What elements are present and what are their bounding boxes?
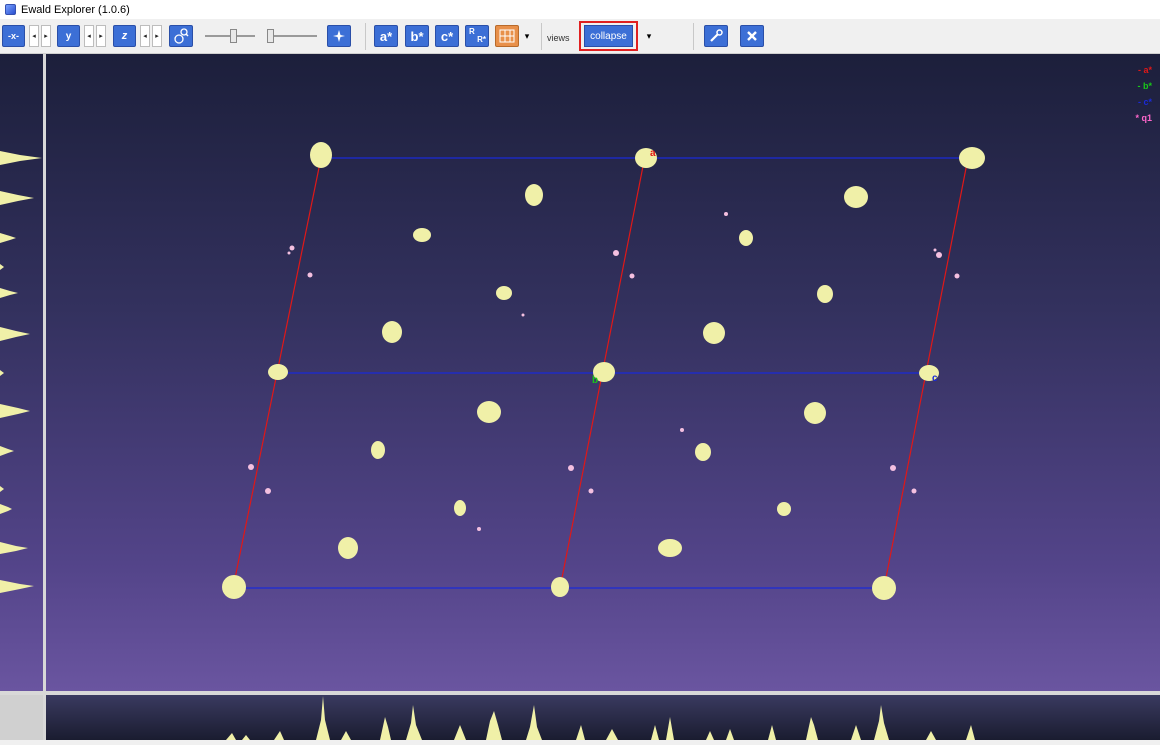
zoom-slider-thumb[interactable]: [230, 29, 237, 43]
x-rotate-left-button[interactable]: ◂: [29, 25, 39, 47]
arrow-left-icon: ◂: [32, 33, 36, 40]
views-dropdown-button[interactable]: ▾: [642, 25, 656, 47]
z-rotate-left-button[interactable]: ◂: [140, 25, 150, 47]
collapse-button[interactable]: collapse: [584, 25, 633, 47]
window-title: Ewald Explorer (1.0.6): [21, 3, 130, 16]
lattice-grid-icon: [499, 29, 515, 43]
close-view-button[interactable]: [740, 25, 764, 47]
axis-legend: - a* - b* - c* * q1: [1135, 62, 1152, 126]
app-icon: [5, 4, 16, 15]
intensity-slider-track: [267, 35, 317, 37]
y-rotate-right-button[interactable]: ▸: [96, 25, 106, 47]
arrow-left-icon: ◂: [87, 33, 91, 40]
arrow-left-icon: ◂: [143, 33, 147, 40]
bragg-spots: [222, 142, 985, 600]
lattice-grid-toggle-button[interactable]: [495, 25, 519, 47]
chevron-down-icon: ▾: [646, 30, 652, 41]
magnifier-icon: [174, 28, 189, 44]
title-bar: Ewald Explorer (1.0.6): [0, 0, 1160, 19]
bottom-projection-histogram: [226, 696, 975, 740]
c-star-view-button[interactable]: c*: [435, 25, 459, 47]
collapse-label: collapse: [590, 30, 627, 42]
bottom-left-corner: [0, 695, 43, 740]
z-rotate-right-button[interactable]: ▸: [152, 25, 162, 47]
toolbar-separator: [541, 23, 542, 50]
arrow-right-icon: ▸: [155, 33, 159, 40]
arrow-right-icon: ▸: [99, 33, 103, 40]
close-icon: [747, 31, 757, 41]
r-rstar-toggle-button[interactable]: R R*: [465, 25, 489, 47]
y-rotate-left-button[interactable]: ◂: [84, 25, 94, 47]
center-view-button[interactable]: [327, 25, 351, 47]
c-star-label: c*: [440, 28, 454, 44]
tools-button[interactable]: [704, 25, 728, 47]
legend-a-star: - a*: [1137, 65, 1152, 75]
legend-q1: * q1: [1135, 113, 1152, 123]
left-projection-panel: [0, 54, 43, 691]
a-star-label: a*: [379, 28, 393, 44]
x-axis-label: -x-: [8, 31, 19, 41]
wrench-icon: [710, 29, 723, 42]
a-star-view-button[interactable]: a*: [374, 25, 398, 47]
zoom-search-button[interactable]: [169, 25, 193, 47]
r-star-label: R*: [477, 35, 486, 44]
lattice-canvas: a b c: [222, 142, 985, 600]
z-axis-label: z: [121, 30, 128, 42]
intensity-slider-thumb[interactable]: [267, 29, 274, 43]
x-rotate-right-button[interactable]: ▸: [41, 25, 51, 47]
z-axis-view-button[interactable]: z: [113, 25, 136, 47]
y-axis-view-button[interactable]: y: [57, 25, 80, 47]
arrow-right-icon: ▸: [44, 33, 48, 40]
y-axis-label: y: [65, 30, 72, 42]
star-icon: [333, 30, 345, 42]
a-axis-label: a: [650, 148, 656, 159]
lattice-dropdown-button[interactable]: ▾: [521, 25, 533, 47]
toolbar-separator: [365, 23, 366, 50]
legend-b-star: - b*: [1137, 81, 1153, 91]
left-projection-histogram: [0, 151, 42, 593]
views-label: views: [547, 33, 570, 43]
b-star-label: b*: [410, 28, 424, 44]
chevron-down-icon: ▾: [524, 30, 530, 41]
toolbar-separator: [693, 23, 694, 50]
x-axis-view-button[interactable]: -x-: [2, 25, 25, 47]
b-star-view-button[interactable]: b*: [405, 25, 429, 47]
bottom-projection-panel: [46, 695, 1160, 740]
c-axis-label: c: [932, 373, 938, 384]
legend-c-star: - c*: [1137, 97, 1152, 107]
reciprocal-space-viewport[interactable]: a b c: [46, 54, 1160, 691]
b-axis-label: b: [592, 375, 598, 386]
r-label: R: [469, 27, 475, 36]
